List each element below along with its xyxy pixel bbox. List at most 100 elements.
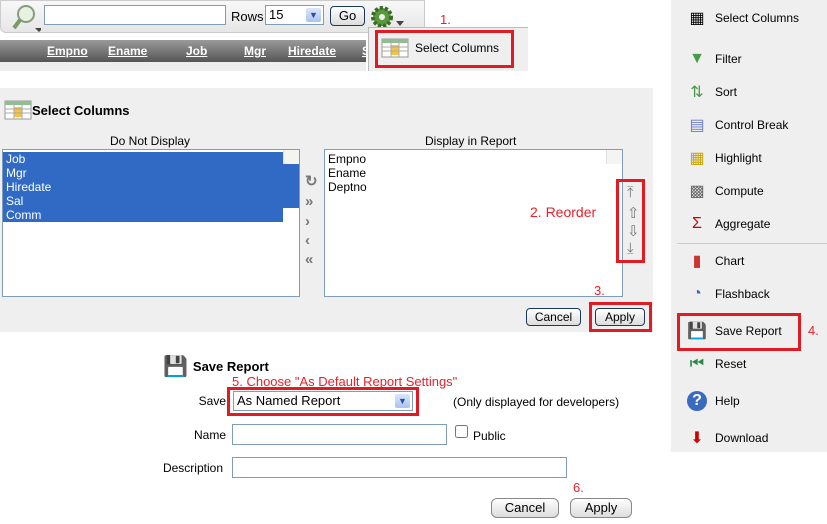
menu-label: Highlight <box>715 151 762 165</box>
menu-item-chart[interactable]: ▮ Chart <box>683 249 745 273</box>
sort-icon: ⇅ <box>690 84 704 101</box>
search-icon[interactable] <box>11 4 43 32</box>
column-header-ename[interactable]: Ename <box>108 44 147 58</box>
list-item[interactable]: Empno <box>325 152 622 166</box>
highlight-box <box>375 30 514 68</box>
go-button[interactable]: Go <box>330 6 365 26</box>
rows-label: Rows <box>231 9 264 24</box>
move-all-right-icon[interactable]: » <box>305 193 313 210</box>
highlight-box <box>677 313 801 351</box>
annotation-3: 3. <box>594 283 605 298</box>
floppy-disk-icon: 💾 <box>163 356 188 378</box>
public-label: Public <box>473 429 506 443</box>
cancel-button[interactable]: Cancel <box>526 308 581 326</box>
scrollbar[interactable] <box>606 150 622 164</box>
scrollbar[interactable] <box>283 150 299 164</box>
menu-label: Help <box>715 394 740 408</box>
description-input[interactable] <box>232 457 567 478</box>
list-item[interactable]: Ename <box>325 166 622 180</box>
annotation-6: 6. <box>573 480 584 495</box>
column-header-empno[interactable]: Empno <box>47 44 88 58</box>
menu-label: Chart <box>715 254 745 268</box>
columns-icon <box>4 100 32 120</box>
list-item[interactable]: Sal <box>3 194 299 208</box>
menu-label: Aggregate <box>715 217 771 231</box>
menu-item-filter[interactable]: ▼ Filter <box>683 47 742 71</box>
select-columns-panel: Select Columns Do Not Display Display in… <box>0 88 653 332</box>
menu-label: Filter <box>715 52 742 66</box>
control-break-icon: ▤ <box>689 117 705 134</box>
menu-label: Compute <box>715 184 764 198</box>
save-label: Save <box>198 394 226 408</box>
menu-label: Sort <box>715 85 738 99</box>
annotation-2: 2. Reorder <box>530 204 597 220</box>
highlight-box <box>616 179 645 263</box>
public-checkbox[interactable] <box>455 425 468 438</box>
menu-label: Flashback <box>715 287 770 301</box>
save-cancel-button[interactable]: Cancel <box>491 498 559 518</box>
do-not-display-label: Do Not Display <box>110 134 191 148</box>
description-label: Description <box>162 461 223 475</box>
chevron-down-icon: ▼ <box>306 8 321 22</box>
menu-label: Reset <box>715 357 747 371</box>
highlight-box <box>227 387 419 416</box>
annotation-4: 4. <box>808 323 819 338</box>
menu-label: Select Columns <box>715 11 800 25</box>
rows-select[interactable]: 15 ▼ <box>265 5 324 25</box>
menu-item-sort[interactable]: ⇅ Sort <box>683 80 737 104</box>
gear-icon[interactable] <box>370 5 406 29</box>
menu-item-download[interactable]: ⬇ Download <box>683 426 768 450</box>
report-header: Empno Ename Job Mgr Hiredate S <box>0 40 370 62</box>
reset-icon[interactable]: ↻ <box>305 172 318 190</box>
column-header-hiredate[interactable]: Hiredate <box>288 44 336 58</box>
list-item[interactable]: Mgr <box>3 166 299 180</box>
list-item[interactable]: Hiredate <box>3 180 299 194</box>
search-toolbar: Rows 15 ▼ Go <box>0 0 425 33</box>
column-header-mgr[interactable]: Mgr <box>244 44 266 58</box>
menu-item-select-columns[interactable]: ▦ Select Columns <box>683 6 799 30</box>
menu-label: Download <box>715 431 769 445</box>
highlight-icon: ▦ <box>689 150 705 167</box>
chart-icon: ▮ <box>692 253 702 270</box>
move-left-icon[interactable]: ‹ <box>305 232 310 249</box>
display-in-report-list[interactable]: Empno Ename Deptno <box>324 149 623 297</box>
report-row <box>0 62 366 71</box>
panel-title: Select Columns <box>32 102 130 118</box>
columns-icon: ▦ <box>689 10 705 27</box>
menu-item-reset[interactable]: ⏮ Reset <box>683 352 747 376</box>
menu-item-aggregate[interactable]: Σ Aggregate <box>683 212 770 236</box>
filter-icon: ▼ <box>689 50 705 67</box>
name-label: Name <box>193 428 226 442</box>
save-note: (Only displayed for developers) <box>453 395 620 409</box>
sigma-icon: Σ <box>692 215 702 232</box>
menu-item-flashback[interactable]: ◔ Flashback <box>683 282 770 306</box>
menu-item-control-break[interactable]: ▤ Control Break <box>683 113 788 137</box>
download-icon: ⬇ <box>690 430 704 447</box>
rows-value: 15 <box>269 7 284 22</box>
menu-item-help[interactable]: ? Help <box>683 389 740 413</box>
calculator-icon: ▩ <box>689 183 705 200</box>
annotation-1: 1. <box>440 12 451 27</box>
section-title: Save Report <box>192 359 269 374</box>
display-in-report-label: Display in Report <box>425 134 517 148</box>
column-header-job[interactable]: Job <box>186 44 207 58</box>
menu-item-compute[interactable]: ▩ Compute <box>683 179 764 203</box>
list-item[interactable]: Job <box>3 152 299 166</box>
list-item[interactable]: Deptno <box>325 180 622 194</box>
highlight-box <box>589 302 652 332</box>
move-right-icon[interactable]: › <box>305 213 310 230</box>
do-not-display-list[interactable]: Job Mgr Hiredate Sal Comm <box>2 149 300 297</box>
move-all-left-icon[interactable]: « <box>305 251 313 268</box>
list-item[interactable]: Comm <box>3 208 283 222</box>
name-input[interactable] <box>232 424 447 445</box>
flashback-icon: ◔ <box>692 285 702 302</box>
search-input[interactable] <box>44 5 226 25</box>
help-icon: ? <box>683 390 711 412</box>
menu-label: Control Break <box>715 118 789 132</box>
select-columns-title: Select Columns <box>4 100 130 120</box>
actions-menu: ▦ Select Columns ▼ Filter ⇅ Sort ▤ Control B… <box>671 0 827 452</box>
menu-item-highlight[interactable]: ▦ Highlight <box>683 146 762 170</box>
menu-divider <box>677 243 827 244</box>
reset-icon: ⏮ <box>689 355 705 372</box>
save-apply-button[interactable]: Apply <box>570 498 632 518</box>
